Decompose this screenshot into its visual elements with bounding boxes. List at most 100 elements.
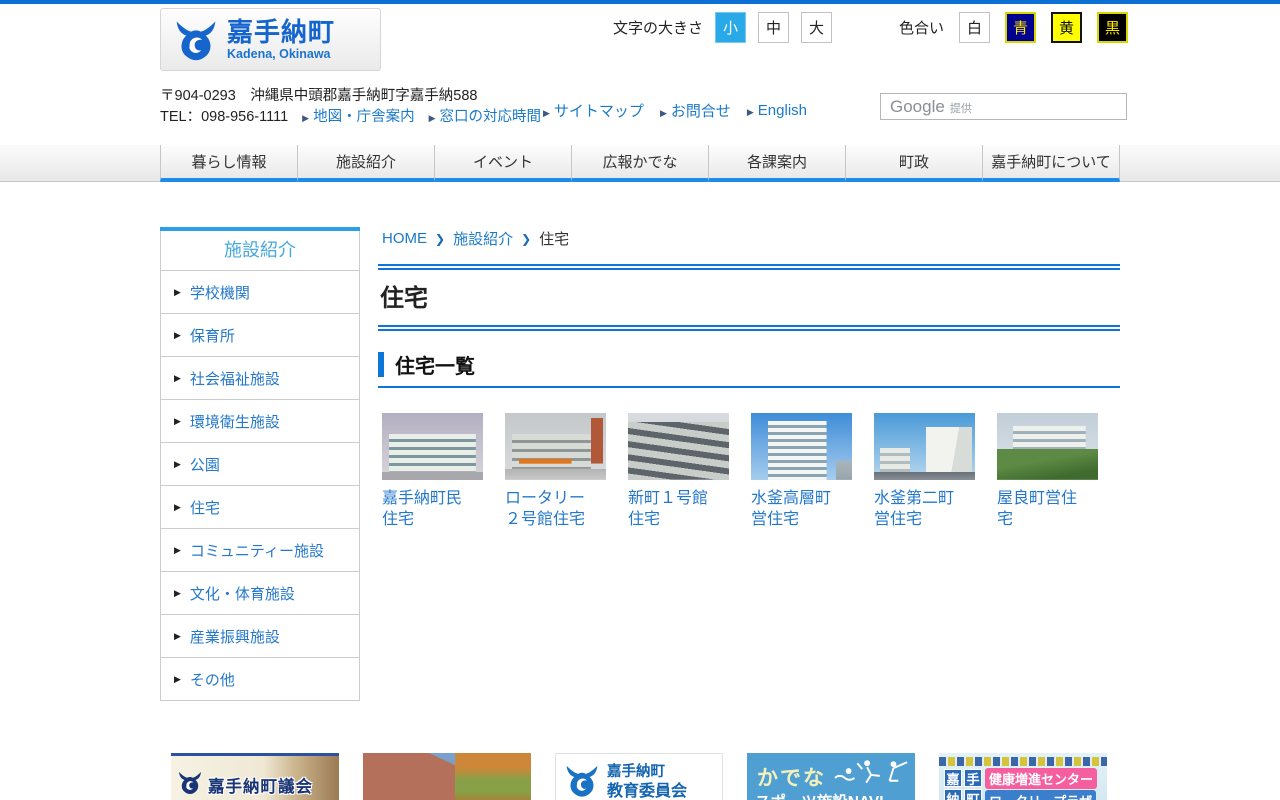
housing-link[interactable]: ロータリー２号館住宅	[505, 488, 591, 530]
breadcrumb-home-link[interactable]: HOME	[382, 230, 427, 247]
section-accent-bar	[378, 352, 384, 377]
pennant-flags-icon	[939, 757, 1107, 766]
triangle-icon: ▶	[174, 416, 181, 427]
housing-card[interactable]: 新町１号館住宅	[628, 413, 729, 530]
breadcrumb: HOME ❯ 施設紹介 ❯ 住宅	[382, 228, 569, 249]
text-size-control: 文字の大きさ 小 中 大	[613, 12, 832, 43]
breadcrumb-current: 住宅	[539, 228, 569, 249]
sidebar-item-culture-sports[interactable]: ▶文化・体育施設	[161, 571, 359, 614]
sports-banner-line2: スポーツ施設NAVI	[755, 790, 884, 800]
town-char: 納	[944, 789, 962, 800]
global-nav: 暮らし情報 施設紹介 イベント 広報かでな 各課案内 町政 嘉手納町について	[0, 145, 1280, 182]
triangle-icon: ▶	[174, 287, 181, 298]
quick-links: ▶サイトマップ ▶お問合せ ▶English	[543, 100, 807, 121]
map-office-link[interactable]: ▶地図・庁舎案内	[302, 105, 414, 126]
tel-number: TEL：098-956-1111	[160, 105, 288, 126]
arrow-icon: ▶	[660, 108, 667, 118]
housing-card[interactable]: 水釜高層町営住宅	[751, 413, 852, 530]
contact-link[interactable]: ▶お問合せ	[660, 100, 731, 121]
housing-card[interactable]: ロータリー２号館住宅	[505, 413, 606, 530]
triangle-icon: ▶	[174, 502, 181, 513]
color-scheme-blue-button[interactable]: 青	[1005, 12, 1036, 43]
housing-link[interactable]: 屋良町営住宅	[997, 488, 1083, 530]
housing-link[interactable]: 新町１号館住宅	[628, 488, 714, 530]
sidebar-item-parks[interactable]: ▶公園	[161, 442, 359, 485]
color-scheme-yellow-button[interactable]: 黄	[1051, 12, 1082, 43]
sidebar-item-industry[interactable]: ▶産業振興施設	[161, 614, 359, 657]
color-scheme-white-button[interactable]: 白	[959, 12, 990, 43]
housing-photo[interactable]	[382, 413, 483, 480]
site-logo[interactable]: 嘉手納町 Kadena, Okinawa	[160, 8, 381, 71]
nav-tab-about[interactable]: 嘉手納町について	[982, 145, 1120, 182]
site-title: 嘉手納町	[227, 19, 335, 45]
kadena-emblem-icon	[177, 770, 203, 800]
housing-photo[interactable]	[997, 413, 1098, 480]
arrow-icon: ▶	[747, 107, 754, 117]
housing-photo[interactable]	[505, 413, 606, 480]
text-size-small-button[interactable]: 小	[715, 12, 746, 43]
section-heading: 住宅一覧	[378, 350, 1120, 388]
sports-navi-banner[interactable]: かでな スポーツ施設NAVI	[747, 753, 915, 800]
google-brand-text: Google	[890, 97, 945, 117]
office-hours-link[interactable]: ▶窓口の対応時間	[429, 105, 541, 126]
housing-link[interactable]: 水釜第二町営住宅	[874, 488, 960, 530]
arrow-icon: ▶	[302, 113, 309, 123]
housing-link[interactable]: 嘉手納町民住宅	[382, 488, 468, 530]
footer-banners: 嘉手納町議会 かでな文化センター 嘉手納町 教育委員会 かでな スポーツ施設NA…	[171, 753, 1107, 800]
triangle-icon: ▶	[174, 631, 181, 642]
kadena-emblem-icon	[173, 18, 219, 62]
council-banner-label: 嘉手納町議会	[208, 773, 313, 797]
nav-tab-chosei[interactable]: 町政	[845, 145, 982, 182]
nav-tab-shisetsu[interactable]: 施設紹介	[297, 145, 434, 182]
health-center-banner[interactable]: 嘉 手 納 町 健康増進センター ロータリープラザ	[939, 753, 1107, 800]
page: 嘉手納町 Kadena, Okinawa 文字の大きさ 小 中 大 色合い 白 …	[0, 0, 1280, 800]
nav-tab-kurashi[interactable]: 暮らし情報	[160, 145, 297, 182]
sidebar-item-schools[interactable]: ▶学校機関	[161, 270, 359, 313]
triangle-icon: ▶	[174, 674, 181, 685]
housing-card[interactable]: 屋良町営住宅	[997, 413, 1098, 530]
council-banner[interactable]: 嘉手納町議会	[171, 753, 339, 800]
housing-card[interactable]: 嘉手納町民住宅	[382, 413, 483, 530]
search-input[interactable]: Google 提供	[880, 93, 1127, 120]
housing-photo[interactable]	[751, 413, 852, 480]
housing-photo[interactable]	[874, 413, 975, 480]
education-banner-line2: 教育委員会	[607, 782, 687, 800]
sidebar-item-other[interactable]: ▶その他	[161, 657, 359, 700]
education-board-banner[interactable]: 嘉手納町 教育委員会	[555, 753, 723, 800]
housing-card[interactable]: 水釜第二町営住宅	[874, 413, 975, 530]
sidebar-item-nursery[interactable]: ▶保育所	[161, 313, 359, 356]
sitemap-link[interactable]: ▶サイトマップ	[543, 100, 644, 121]
sidebar-item-environment[interactable]: ▶環境衛生施設	[161, 399, 359, 442]
sidebar-item-community[interactable]: ▶コミュニティー施設	[161, 528, 359, 571]
color-scheme-label: 色合い	[899, 17, 944, 38]
sidebar-item-welfare[interactable]: ▶社会福祉施設	[161, 356, 359, 399]
nav-tab-koho[interactable]: 広報かでな	[571, 145, 708, 182]
breadcrumb-section-link[interactable]: 施設紹介	[453, 228, 513, 249]
health-center-label: 健康増進センター	[985, 768, 1097, 789]
top-accent-bar	[0, 0, 1280, 4]
text-size-medium-button[interactable]: 中	[758, 12, 789, 43]
color-scheme-black-button[interactable]: 黒	[1097, 12, 1128, 43]
education-banner-line1: 嘉手納町	[607, 763, 687, 782]
nav-tab-event[interactable]: イベント	[434, 145, 571, 182]
rotary-plaza-label: ロータリープラザ	[985, 790, 1096, 800]
housing-list: 嘉手納町民住宅 ロータリー２号館住宅 新町１号館住宅 水釜高層町営住宅 水釜第二…	[382, 413, 1098, 530]
town-char: 手	[964, 769, 982, 787]
culture-center-banner[interactable]: かでな文化センター	[363, 753, 531, 800]
color-scheme-control: 色合い 白 青 黄 黒	[899, 12, 1128, 43]
site-subtitle: Kadena, Okinawa	[227, 48, 335, 61]
nav-tab-kakuka[interactable]: 各課案内	[708, 145, 845, 182]
housing-photo[interactable]	[628, 413, 729, 480]
text-size-large-button[interactable]: 大	[801, 12, 832, 43]
sidebar-item-housing[interactable]: ▶住宅	[161, 485, 359, 528]
housing-link[interactable]: 水釜高層町営住宅	[751, 488, 837, 530]
page-title-block: 住宅	[378, 264, 1120, 331]
sports-banner-line1: かでな	[757, 762, 826, 792]
arrow-icon: ▶	[543, 108, 550, 118]
culture-center-banner-label: かでな文化センター	[366, 795, 519, 800]
english-link[interactable]: ▶English	[747, 102, 807, 119]
arrow-icon: ▶	[429, 113, 436, 123]
triangle-icon: ▶	[174, 373, 181, 384]
tel-row: TEL：098-956-1111 ▶地図・庁舎案内 ▶窓口の対応時間	[160, 105, 541, 126]
sidebar-title: 施設紹介	[161, 231, 359, 270]
